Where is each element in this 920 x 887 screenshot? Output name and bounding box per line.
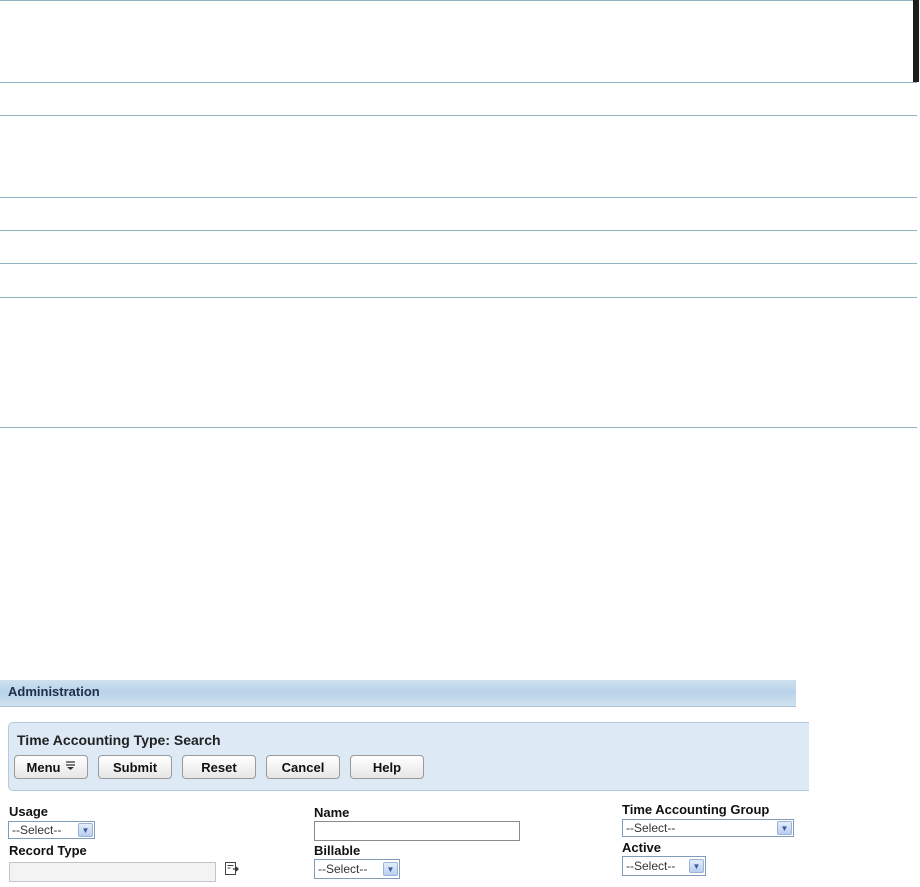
scrollbar[interactable] <box>913 0 919 82</box>
divider-line <box>0 263 917 264</box>
name-label: Name <box>314 805 350 820</box>
divider-line <box>0 427 917 428</box>
name-input[interactable] <box>314 821 520 841</box>
billable-select-value: --Select-- <box>318 862 368 876</box>
usage-label: Usage <box>9 804 49 819</box>
divider-line <box>0 0 917 1</box>
active-select[interactable]: --Select-- ▼ <box>622 856 706 876</box>
record-type-input[interactable] <box>9 862 216 882</box>
time-accounting-group-label: Time Accounting Group <box>622 802 770 817</box>
section-title: Administration <box>8 684 100 699</box>
active-label: Active <box>622 840 662 855</box>
menu-dropdown-icon <box>66 761 76 773</box>
reset-button[interactable]: Reset <box>182 755 256 779</box>
usage-select-value: --Select-- <box>12 823 62 837</box>
page-title: Time Accounting Type: Search <box>17 732 221 748</box>
chevron-down-icon: ▼ <box>777 821 792 835</box>
menu-button[interactable]: Menu <box>14 755 88 779</box>
billable-label: Billable <box>314 843 361 858</box>
record-type-label: Record Type <box>9 843 87 858</box>
time-accounting-group-select-value: --Select-- <box>626 821 676 835</box>
billable-select[interactable]: --Select-- ▼ <box>314 859 400 879</box>
divider-line <box>0 297 917 298</box>
chevron-down-icon: ▼ <box>383 862 398 876</box>
lookup-icon[interactable] <box>224 861 240 877</box>
time-accounting-group-select[interactable]: --Select-- ▼ <box>622 819 794 837</box>
chevron-down-icon: ▼ <box>78 823 93 837</box>
divider-line <box>0 115 917 116</box>
menu-button-label: Menu <box>26 759 61 775</box>
help-button[interactable]: Help <box>350 755 424 779</box>
divider-line <box>0 197 917 198</box>
chevron-down-icon: ▼ <box>689 859 704 873</box>
usage-select[interactable]: --Select-- ▼ <box>8 821 95 839</box>
section-header: Administration <box>0 680 796 707</box>
divider-line <box>0 82 917 83</box>
cancel-button[interactable]: Cancel <box>266 755 340 779</box>
divider-line <box>0 230 917 231</box>
submit-button[interactable]: Submit <box>98 755 172 779</box>
active-select-value: --Select-- <box>626 859 676 873</box>
